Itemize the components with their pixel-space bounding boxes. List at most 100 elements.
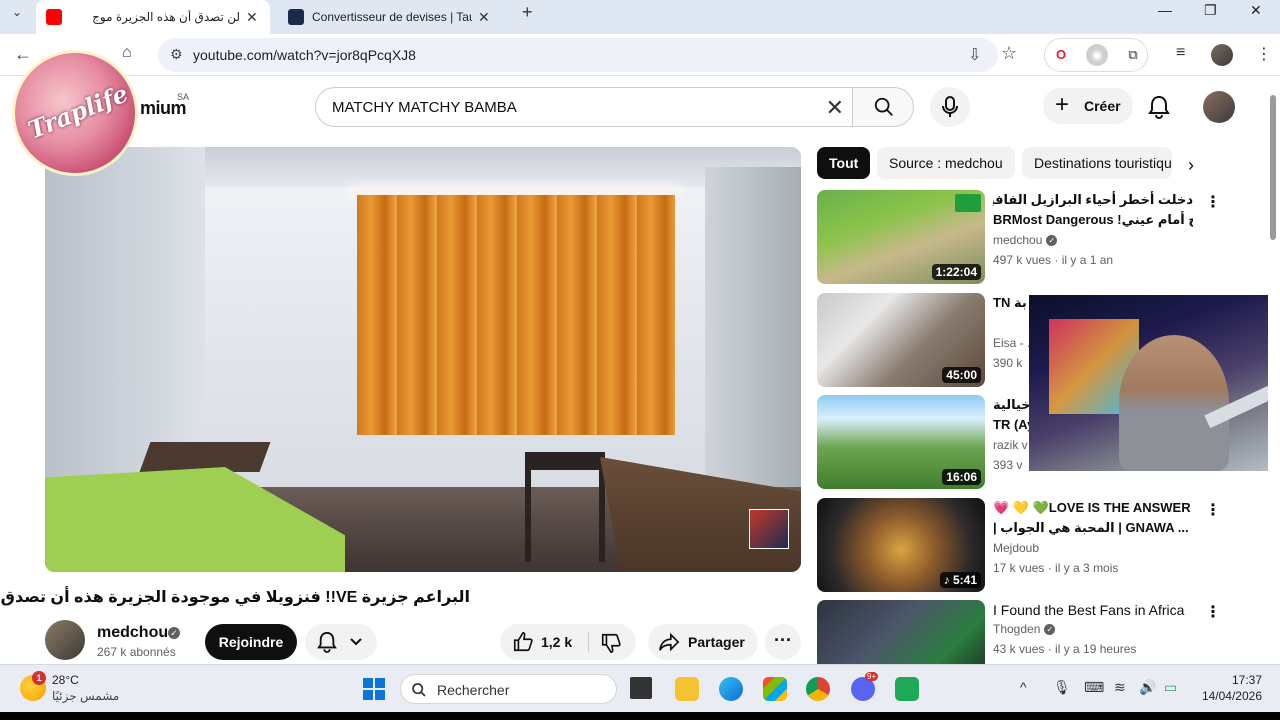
tab-close-icon[interactable]: ✕ (246, 9, 258, 26)
minimize-icon[interactable]: — (1158, 2, 1172, 18)
back-arrow-icon[interactable]: ← (14, 44, 32, 65)
voice-search-button[interactable] (930, 87, 970, 127)
video-frame-wall (705, 167, 801, 497)
tab-close-icon[interactable]: ✕ (478, 9, 490, 26)
channel-name[interactable]: medchou (97, 624, 168, 642)
app-icon[interactable] (895, 677, 919, 701)
chevron-right-icon[interactable]: › (1188, 155, 1194, 176)
url-text[interactable]: youtube.com/watch?v=jor8qPcqXJ8 (193, 47, 416, 63)
like-count[interactable]: 1,2 k (541, 634, 572, 650)
microphone-icon (942, 96, 958, 117)
window-close-icon[interactable]: ✕ (1250, 2, 1262, 19)
tray-overflow-chevron-icon[interactable]: ^ (1020, 679, 1027, 695)
thumbs-up-icon[interactable] (512, 631, 534, 653)
video-thumbnail[interactable]: ♪ 5:41 (817, 498, 985, 592)
chip-tourist-destinations[interactable]: Destinations touristiques (1022, 147, 1172, 179)
battery-icon[interactable]: ▭ (1164, 679, 1177, 696)
home-icon[interactable]: ⌂ (122, 44, 132, 62)
search-query-text[interactable]: MATCHY MATCHY BAMBA (332, 99, 517, 116)
opera-extension-icon[interactable]: O (1050, 44, 1072, 66)
puzzle-extensions-icon[interactable]: ⧉ (1122, 44, 1144, 66)
omnibox[interactable]: ⚙ youtube.com/watch?v=jor8qPcqXJ8 ⇩ (158, 38, 998, 72)
related-title[interactable]: | المحبة هي الجواب | GNAWA ... (993, 518, 1193, 538)
chrome-browser-icon[interactable] (806, 677, 830, 701)
upload-age: il y a 3 mois (1055, 561, 1119, 575)
video-duration: 45:00 (942, 367, 981, 383)
related-video[interactable]: 1:22:04 دخلت أخطر أحياء البرازيل الفافيل… (817, 190, 1222, 286)
share-label: Partager (688, 634, 745, 650)
search-icon (412, 683, 426, 697)
menu-kebab-icon[interactable]: ⋮ (1256, 44, 1272, 64)
channel-watermark[interactable] (749, 509, 789, 549)
related-title[interactable]: 💗 💛 💚LOVE IS THE ANSWER (993, 498, 1193, 518)
search-input[interactable]: MATCHY MATCHY BAMBA ✕ (315, 87, 853, 127)
video-player[interactable] (45, 147, 801, 572)
tab-title: لن تصدق أن هذه الجزيرة موج (92, 10, 240, 24)
microphone-tray-icon[interactable]: 🎙 (1053, 679, 1071, 696)
install-app-icon[interactable]: ⇩ (968, 45, 981, 65)
site-info-icon[interactable]: ⚙ (170, 46, 183, 63)
video-thumbnail[interactable]: 16:06 (817, 395, 985, 489)
video-duration: 16:06 (942, 469, 981, 485)
related-channel[interactable]: Thogden (993, 622, 1040, 636)
share-button[interactable]: Partager (648, 624, 758, 660)
related-channel[interactable]: Eisa - . (993, 336, 1030, 350)
search-button[interactable] (852, 87, 914, 127)
account-avatar[interactable] (1203, 91, 1235, 123)
related-video[interactable]: I Found the Best Fans in Africa Thogden ✓… (817, 600, 1222, 664)
profile-avatar[interactable] (1211, 44, 1233, 66)
thumbs-down-icon[interactable] (600, 632, 622, 654)
weather-temperature[interactable]: 28°C (52, 673, 79, 687)
file-explorer-icon[interactable] (675, 677, 699, 701)
related-channel[interactable]: razik v (993, 438, 1028, 452)
clock-time[interactable]: 17:37 (1202, 673, 1262, 687)
clear-search-icon[interactable]: ✕ (826, 95, 844, 121)
duration-text: 5:41 (952, 573, 977, 587)
notifications-button[interactable] (1148, 95, 1170, 124)
video-thumbnail[interactable]: 1:22:04 (817, 190, 985, 284)
video-menu-icon[interactable]: ⋮ (1205, 500, 1221, 520)
start-windows-icon[interactable] (362, 677, 386, 701)
tab-currency-converter[interactable]: Convertisseur de devises | Taux ✕ (278, 4, 508, 30)
windows-logo-icon (363, 678, 385, 700)
related-channel[interactable]: medchou (993, 233, 1042, 247)
subscription-bell-button[interactable] (305, 624, 377, 660)
taskbar-search-box[interactable]: Rechercher (400, 674, 617, 704)
video-duration: ♪ 5:41 (939, 572, 981, 588)
video-thumbnail[interactable]: 45:00 (817, 293, 985, 387)
wifi-icon[interactable]: ≋ (1114, 679, 1126, 696)
verified-check-icon: ✓ (168, 627, 180, 639)
extension-icon[interactable]: ◉ (1086, 44, 1108, 66)
video-menu-icon[interactable]: ⋮ (1205, 192, 1221, 212)
browser-tab-bar: ⌄ لن تصدق أن هذه الجزيرة موج ✕ Convertis… (0, 0, 1280, 34)
related-channel[interactable]: Mejdoub (993, 541, 1039, 555)
task-view-icon[interactable] (630, 677, 652, 699)
scrollbar-thumb[interactable] (1270, 95, 1276, 240)
clock-date[interactable]: 14/04/2026 (1192, 689, 1262, 703)
chip-all[interactable]: Tout (817, 147, 870, 179)
more-actions-button[interactable]: ··· (765, 624, 801, 660)
channel-avatar[interactable] (45, 620, 85, 660)
bookmark-star-icon[interactable]: ☆ (1001, 43, 1017, 64)
related-video[interactable]: ♪ 5:41 💗 💛 💚LOVE IS THE ANSWER | المحبة … (817, 498, 1222, 594)
logo-badge-text: Traplife (23, 78, 133, 145)
video-menu-icon[interactable]: ⋮ (1205, 602, 1221, 622)
restore-icon[interactable]: ❐ (1204, 2, 1217, 19)
video-thumbnail[interactable] (817, 600, 985, 664)
new-tab-button[interactable]: + (522, 2, 533, 23)
chip-source[interactable]: Source : medchou (877, 147, 1015, 179)
edge-browser-icon[interactable] (719, 677, 743, 701)
related-title[interactable]: BRMost Dangerous !لاح أمام عيني... (993, 210, 1193, 230)
tab-search-icon[interactable]: ⌄ (12, 5, 22, 19)
weather-description[interactable]: مشمس جزئيًا (52, 689, 119, 703)
tab-youtube[interactable]: لن تصدق أن هذه الجزيرة موج ✕ (36, 0, 270, 34)
related-title[interactable]: I Found the Best Fans in Africa (993, 600, 1193, 620)
brazil-flag-icon (955, 194, 981, 212)
create-button[interactable]: + Créer (1043, 88, 1133, 124)
volume-icon[interactable]: 🔊 (1139, 679, 1156, 696)
related-title[interactable]: دخلت أخطر أحياء البرازيل الفافيلا وشاهدت (993, 190, 1193, 210)
keyboard-icon[interactable]: ⌨ (1084, 679, 1104, 696)
media-controls-icon[interactable]: ≡ (1176, 44, 1185, 62)
microsoft-store-icon[interactable] (763, 677, 787, 701)
join-button[interactable]: Rejoindre (205, 624, 297, 660)
